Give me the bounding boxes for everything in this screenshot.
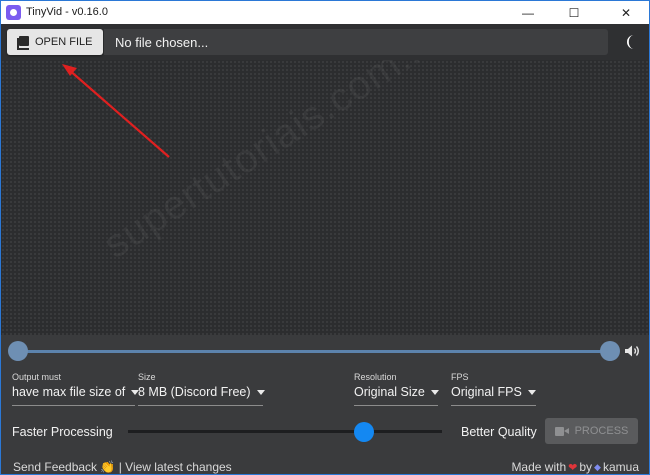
title-bar: TinyVid - v0.16.0 — ☐ ✕ <box>0 0 650 24</box>
close-button[interactable]: ✕ <box>603 1 649 24</box>
window-title: TinyVid - v0.16.0 <box>26 6 108 18</box>
minimize-button[interactable]: — <box>505 1 551 24</box>
window-frame <box>0 24 650 475</box>
app-logo-icon <box>6 5 21 20</box>
maximize-button[interactable]: ☐ <box>551 1 597 24</box>
